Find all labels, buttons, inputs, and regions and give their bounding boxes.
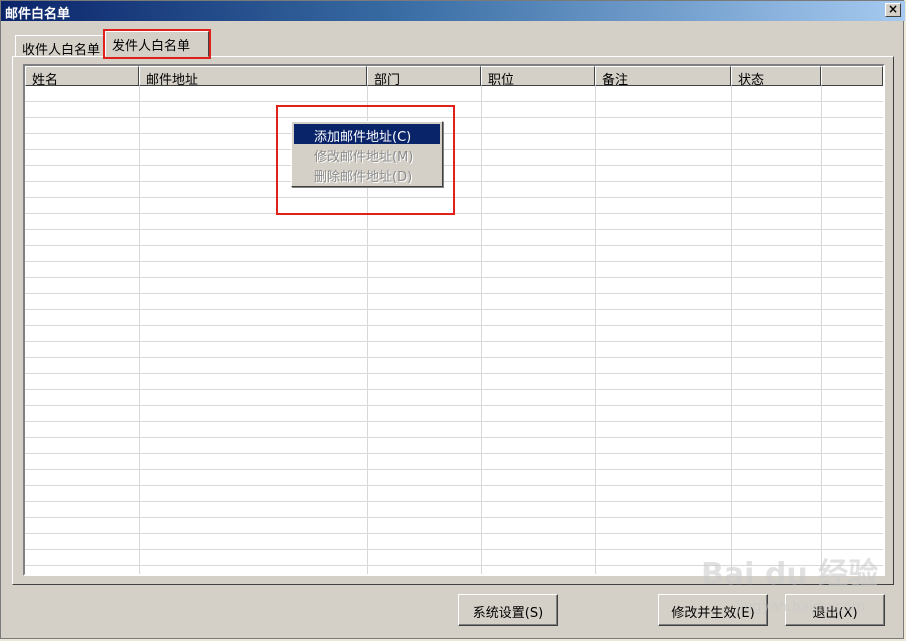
close-button[interactable]: × [885,3,901,17]
close-icon: × [887,2,899,16]
whitelist-window: 邮件白名单 × 收件人白名单 发件人白名单 姓名 邮件地址 部门 职位 备注 状… [0,0,905,639]
column-divider [595,86,596,574]
column-divider [821,86,822,574]
table-header: 姓名 邮件地址 部门 职位 备注 状态 [25,66,883,86]
column-header-position[interactable]: 职位 [481,66,595,86]
column-divider [139,86,140,574]
tab-recipient-whitelist[interactable]: 收件人白名单 [15,35,107,58]
column-header-remark[interactable]: 备注 [595,66,731,86]
column-divider [731,86,732,574]
watermark-logo: Bai du 经验 [701,557,879,592]
column-header-name[interactable]: 姓名 [25,66,139,86]
highlight-box-menu [276,105,455,215]
column-header-department[interactable]: 部门 [367,66,481,86]
watermark-url: jingyan.baidu.com [736,599,866,615]
window-title: 邮件白名单 [5,7,71,22]
highlight-box-tab [103,29,211,59]
system-settings-button[interactable]: 系统设置(S) [458,594,558,626]
title-bar[interactable]: 邮件白名单 × [1,1,905,22]
column-header-filler [821,66,883,86]
column-divider [481,86,482,574]
column-header-email[interactable]: 邮件地址 [139,66,367,86]
column-header-status[interactable]: 状态 [731,66,821,86]
